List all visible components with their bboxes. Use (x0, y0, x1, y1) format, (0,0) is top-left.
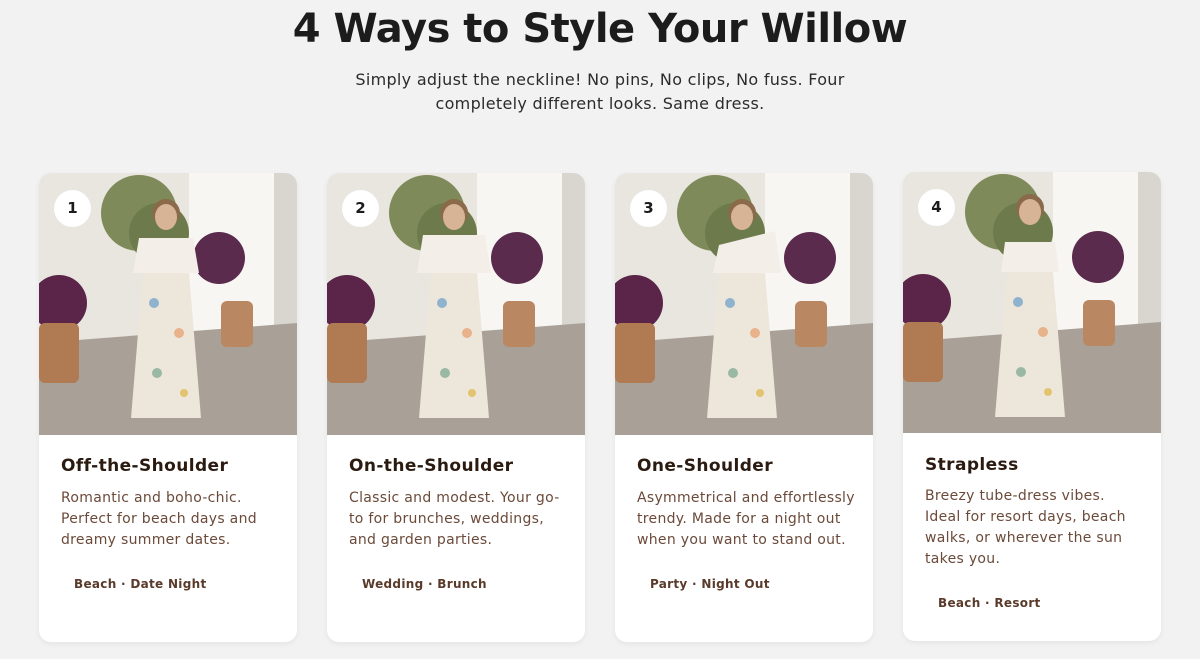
style-number-badge: 1 (54, 190, 91, 227)
style-tags: Wedding · Brunch (349, 572, 500, 596)
style-tags: Beach · Date Night (61, 572, 220, 596)
style-number-badge: 3 (630, 190, 667, 227)
style-title: On-the-Shoulder (349, 456, 514, 476)
style-photo-1: 1 (39, 173, 297, 435)
style-title: Off-the-Shoulder (61, 456, 229, 476)
style-description: Breezy tube-dress vibes. Ideal for resor… (925, 488, 1126, 567)
style-card-4[interactable]: 4 Strapless Breezy tube-dress vibes. Ide… (903, 172, 1161, 641)
page-title: 4 Ways to Style Your Willow (292, 6, 908, 52)
style-card-2[interactable]: 2 On-the-Shoulder Classic and modest. Yo… (327, 173, 585, 642)
style-description: Asymmetrical and effortlessly trendy. Ma… (637, 490, 855, 548)
style-number-badge: 4 (918, 189, 955, 226)
style-description: Classic and modest. Your go-to for brunc… (349, 490, 560, 548)
style-title: One-Shoulder (637, 456, 773, 476)
style-card-3[interactable]: 3 One-Shoulder Asymmetrical and effortle… (615, 173, 873, 642)
style-card-1[interactable]: 1 Off-the-Shoulder Romantic and boho-chi… (39, 173, 297, 642)
style-photo-4: 4 (903, 172, 1161, 433)
style-photo-2: 2 (327, 173, 585, 435)
style-title: Strapless (925, 455, 1019, 475)
style-number-badge: 2 (342, 190, 379, 227)
style-tags: Party · Night Out (637, 572, 783, 596)
page: 4 Ways to Style Your Willow Simply adjus… (0, 0, 1200, 659)
style-tags: Beach · Resort (925, 591, 1054, 615)
style-description: Romantic and boho-chic. Perfect for beac… (61, 490, 257, 548)
page-subtitle: Simply adjust the neckline! No pins, No … (355, 70, 845, 113)
style-photo-3: 3 (615, 173, 873, 435)
